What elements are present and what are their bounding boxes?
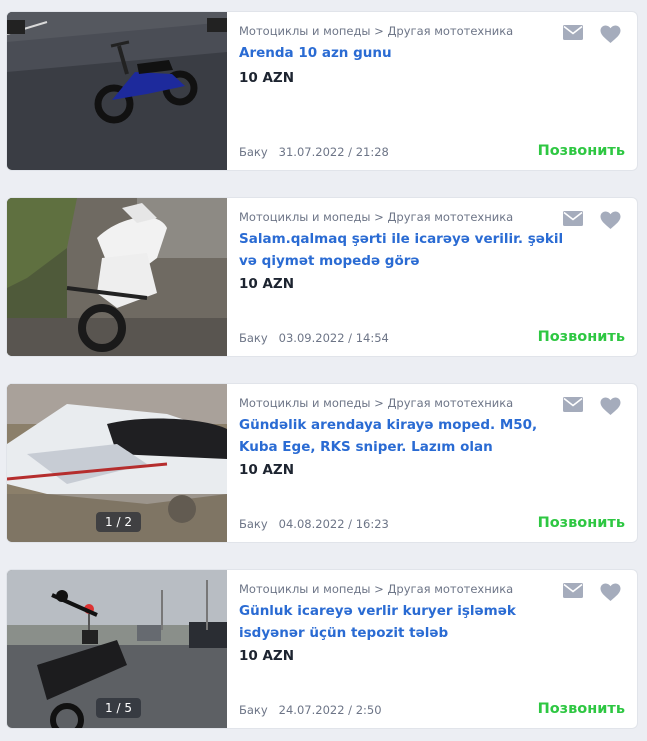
- listing-price: 10 AZN: [239, 462, 295, 478]
- listing-price: 10 AZN: [239, 648, 295, 664]
- photo-counter: 1 / 2: [96, 512, 141, 532]
- heart-icon[interactable]: [600, 25, 621, 44]
- listing-photo[interactable]: 1 / 5: [7, 570, 227, 728]
- photo-counter: 1 / 5: [96, 698, 141, 718]
- listing-title[interactable]: Gündəlik arendaya kirayə moped. M50, Kub…: [239, 414, 569, 458]
- listing-photo[interactable]: [7, 12, 227, 170]
- listing-city: Баку: [239, 331, 268, 345]
- listing-price: 10 AZN: [239, 70, 295, 86]
- listing-card[interactable]: Мотоциклы и мопеды > Другая мототехника …: [7, 198, 637, 356]
- listing-price: 10 AZN: [239, 276, 295, 292]
- listing-category[interactable]: Мотоциклы и мопеды > Другая мототехника: [239, 582, 513, 596]
- listing-category[interactable]: Мотоциклы и мопеды > Другая мототехника: [239, 396, 513, 410]
- listing-city: Баку: [239, 703, 268, 717]
- listing-info: Мотоциклы и мопеды > Другая мототехника …: [239, 384, 637, 542]
- listing-date: 31.07.2022 / 21:28: [278, 145, 389, 159]
- listing-category[interactable]: Мотоциклы и мопеды > Другая мототехника: [239, 24, 513, 38]
- listing-title[interactable]: Günluk icareyə verlir kuryer işləmək isd…: [239, 600, 569, 644]
- mail-icon[interactable]: [563, 211, 583, 226]
- listing-photo[interactable]: [7, 198, 227, 356]
- listing-title[interactable]: Salam.qalmaq şərti ile icarəyə verilir. …: [239, 228, 569, 272]
- call-button[interactable]: Позвонить: [538, 701, 625, 717]
- listing-meta: Баку 03.09.2022 / 14:54: [239, 331, 389, 345]
- listing-photo[interactable]: 1 / 2: [7, 384, 227, 542]
- mail-icon[interactable]: [563, 397, 583, 412]
- listing-meta: Баку 04.08.2022 / 16:23: [239, 517, 389, 531]
- call-button[interactable]: Позвонить: [538, 515, 625, 531]
- listing-card[interactable]: 1 / 2 Мотоциклы и мопеды > Другая мототе…: [7, 384, 637, 542]
- listing-city: Баку: [239, 517, 268, 531]
- listing-card[interactable]: Мотоциклы и мопеды > Другая мототехника …: [7, 12, 637, 170]
- listing-date: 03.09.2022 / 14:54: [278, 331, 389, 345]
- listing-info: Мотоциклы и мопеды > Другая мототехника …: [239, 198, 637, 356]
- heart-icon[interactable]: [600, 583, 621, 602]
- listing-date: 24.07.2022 / 2:50: [278, 703, 382, 717]
- listing-city: Баку: [239, 145, 268, 159]
- listing-feed: Мотоциклы и мопеды > Другая мототехника …: [0, 0, 647, 741]
- mail-icon[interactable]: [563, 583, 583, 598]
- call-button[interactable]: Позвонить: [538, 329, 625, 345]
- listing-info: Мотоциклы и мопеды > Другая мототехника …: [239, 12, 637, 170]
- heart-icon[interactable]: [600, 211, 621, 230]
- listing-meta: Баку 24.07.2022 / 2:50: [239, 703, 382, 717]
- heart-icon[interactable]: [600, 397, 621, 416]
- call-button[interactable]: Позвонить: [538, 143, 625, 159]
- mail-icon[interactable]: [563, 25, 583, 40]
- listing-meta: Баку 31.07.2022 / 21:28: [239, 145, 389, 159]
- listing-date: 04.08.2022 / 16:23: [278, 517, 389, 531]
- listing-card[interactable]: 1 / 5 Мотоциклы и мопеды > Другая мототе…: [7, 570, 637, 728]
- listing-info: Мотоциклы и мопеды > Другая мототехника …: [239, 570, 637, 728]
- listing-category[interactable]: Мотоциклы и мопеды > Другая мототехника: [239, 210, 513, 224]
- listing-title[interactable]: Arenda 10 azn gunu: [239, 42, 569, 64]
